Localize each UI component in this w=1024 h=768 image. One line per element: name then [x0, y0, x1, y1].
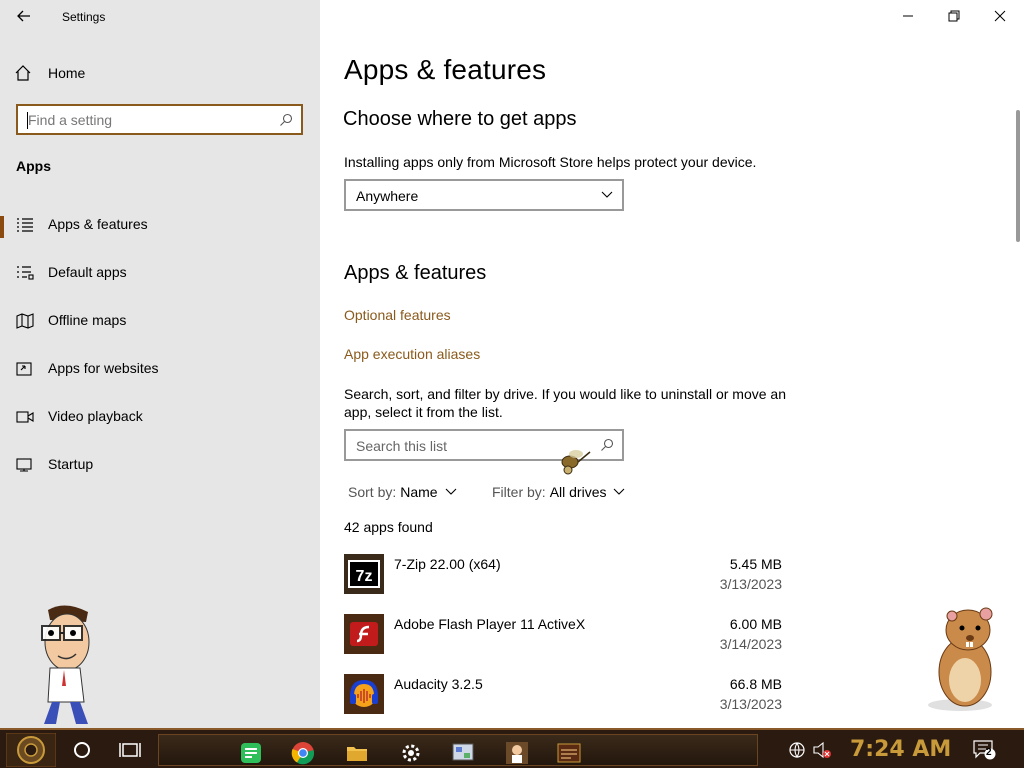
chrome-icon[interactable] — [291, 741, 315, 765]
find-setting-input[interactable]: Find a setting — [16, 104, 303, 135]
restore-button[interactable] — [931, 0, 977, 32]
taskbar-apps — [158, 734, 758, 766]
app-execution-aliases-link[interactable]: App execution aliases — [344, 346, 480, 362]
app-date: 3/13/2023 — [719, 576, 782, 592]
sidebar-item-label: Video playback — [48, 408, 143, 424]
start-button-icon[interactable] — [6, 733, 56, 767]
apps-count: 42 apps found — [344, 519, 433, 535]
sidebar-item-apps-features[interactable]: Apps & features — [0, 205, 320, 245]
app-name: Audacity 3.2.5 — [394, 676, 483, 692]
app-source-value: Anywhere — [356, 188, 419, 204]
chevron-down-icon — [601, 191, 613, 198]
startup-icon — [16, 458, 32, 472]
close-icon — [994, 10, 1006, 22]
back-button[interactable] — [12, 6, 36, 26]
bee-cursor-icon — [561, 450, 591, 475]
app-list-item[interactable]: Audacity 3.2.5 66.8 MB 3/13/2023 — [344, 674, 784, 728]
search-icon — [601, 438, 614, 451]
7zip-icon: 7z — [344, 554, 384, 594]
sidebar-item-offline-maps[interactable]: Offline maps — [0, 301, 320, 341]
apps-features-icon — [17, 218, 33, 232]
svg-text:7z: 7z — [356, 568, 373, 585]
sort-label: Sort by: — [348, 484, 397, 500]
back-arrow-icon — [17, 10, 30, 22]
audacity-icon — [344, 674, 384, 714]
cortana-icon[interactable] — [70, 738, 94, 762]
cartoon-man-mascot — [41, 605, 90, 724]
app-list-item[interactable]: Adobe Flash Player 11 ActiveX 6.00 MB 3/… — [344, 614, 784, 670]
search-list-placeholder: Search this list — [356, 438, 448, 454]
home-label: Home — [48, 65, 86, 81]
app-size: 5.45 MB — [729, 556, 782, 572]
launcher-app-icon[interactable] — [557, 741, 581, 765]
find-setting-placeholder: Find a setting — [28, 112, 113, 128]
scrollbar-thumb[interactable] — [1016, 110, 1020, 242]
app-size: 6.00 MB — [729, 616, 782, 632]
window-title: Settings — [62, 10, 106, 24]
settings-gear-icon[interactable] — [399, 741, 423, 765]
sidebar-item-label: Apps for websites — [48, 360, 159, 376]
sort-value: Name — [400, 484, 438, 500]
task-view-icon[interactable] — [118, 738, 142, 762]
sidebar: Settings Home Find a setting Apps Apps &… — [0, 0, 320, 728]
notification-count-badge: 2 — [986, 747, 992, 758]
search-icon — [280, 113, 293, 126]
sidebar-item-default-apps[interactable]: Default apps — [0, 253, 320, 293]
list-description-line-1: Search, sort, and filter by drive. If yo… — [344, 386, 786, 402]
flash-player-icon — [344, 614, 384, 654]
volume-muted-icon[interactable] — [812, 741, 832, 759]
apps-for-websites-icon — [16, 362, 32, 376]
optional-features-link[interactable]: Optional features — [344, 307, 451, 323]
app-date: 3/13/2023 — [719, 696, 782, 712]
sidebar-item-startup[interactable]: Startup — [0, 445, 320, 485]
list-description-line-2: app, select it from the list. — [344, 404, 503, 420]
choose-apps-heading: Choose where to get apps — [343, 108, 577, 130]
app-list-item[interactable]: 7z 7-Zip 22.00 (x64) 5.45 MB 3/13/2023 — [344, 554, 784, 610]
video-playback-icon — [16, 411, 34, 423]
chevron-down-icon — [445, 488, 456, 495]
app-name: 7-Zip 22.00 (x64) — [394, 556, 501, 572]
app-date: 3/14/2023 — [719, 636, 782, 652]
sidebar-item-video-playback[interactable]: Video playback — [0, 397, 320, 437]
network-globe-icon[interactable] — [788, 741, 806, 759]
offline-maps-icon — [16, 313, 34, 329]
notification-center-icon[interactable] — [972, 739, 996, 761]
section-label-apps: Apps — [16, 158, 51, 174]
file-explorer-icon[interactable] — [345, 741, 369, 765]
sidebar-item-label: Apps & features — [48, 216, 148, 232]
filter-value: All drives — [549, 484, 607, 500]
choose-apps-description: Installing apps only from Microsoft Stor… — [344, 154, 757, 170]
restore-icon — [948, 10, 960, 22]
selected-indicator — [0, 216, 4, 238]
filter-label: Filter by: — [492, 484, 546, 500]
taskbar: 7:24 AM 2 — [0, 728, 1024, 768]
apps-features-heading: Apps & features — [344, 262, 487, 284]
close-button[interactable] — [977, 0, 1023, 32]
sidebar-item-label: Offline maps — [48, 312, 127, 328]
app-size: 66.8 MB — [729, 676, 782, 692]
taskbar-clock[interactable]: 7:24 AM — [850, 737, 951, 762]
main-content: Apps & features Choose where to get apps… — [320, 0, 1024, 728]
minimize-icon — [903, 15, 913, 17]
sidebar-item-label: Startup — [48, 456, 94, 472]
filter-control[interactable]: Filter by: All drives — [492, 484, 628, 500]
home-icon — [15, 65, 31, 81]
sidebar-item-label: Default apps — [48, 264, 127, 280]
sidebar-item-apps-for-websites[interactable]: Apps for websites — [0, 349, 320, 389]
default-apps-icon — [17, 266, 34, 280]
notes-app-icon[interactable] — [239, 741, 263, 765]
hamster-mascot — [928, 607, 993, 711]
system-tray: 7:24 AM 2 — [776, 732, 1024, 768]
chevron-down-icon — [614, 488, 625, 495]
page-title: Apps & features — [344, 54, 547, 85]
minimize-button[interactable] — [885, 0, 931, 32]
app-name: Adobe Flash Player 11 ActiveX — [394, 616, 586, 632]
sort-control[interactable]: Sort by: Name — [348, 484, 460, 500]
app-source-dropdown[interactable]: Anywhere — [344, 179, 624, 211]
mascot-app-icon[interactable] — [505, 741, 529, 765]
control-panel-icon[interactable] — [451, 741, 475, 765]
home-nav-item[interactable]: Home — [14, 64, 85, 82]
